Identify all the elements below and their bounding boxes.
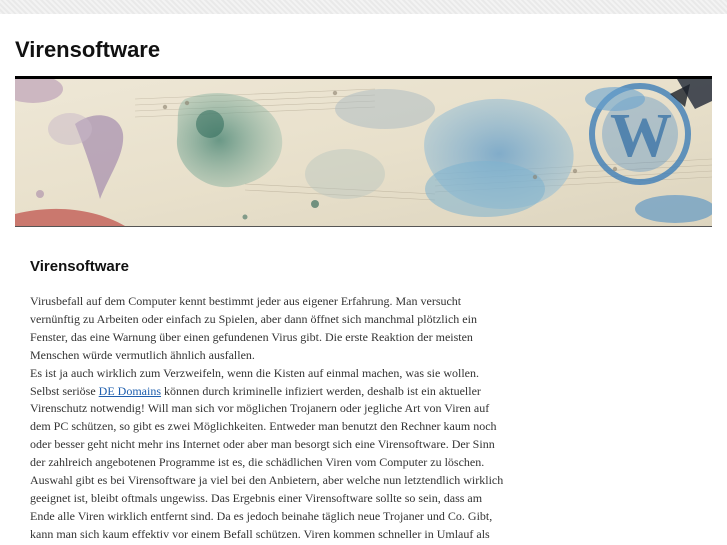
site-title[interactable]: Virensoftware [15,35,160,65]
post-title: Virensoftware [30,258,129,275]
browser-top-strip [0,0,727,14]
post: Virensoftware Virusbefall auf dem Comput… [30,257,505,545]
paragraph-text: können durch kriminelle infiziert werden… [30,383,504,545]
post-paragraph: Es ist ja auch wirklich zum Verzweifeln,… [30,365,505,545]
post-body: Virusbefall auf dem Computer kennt besti… [30,293,505,545]
post-paragraph: Virusbefall auf dem Computer kennt besti… [30,294,477,362]
page: Virensoftware W Virensoftware Virusbefal… [0,14,727,545]
header-banner-image: W [15,79,712,227]
banner-artwork: W [15,79,712,226]
svg-text:W: W [610,102,672,170]
de-domains-link[interactable]: DE Domains [99,384,161,398]
